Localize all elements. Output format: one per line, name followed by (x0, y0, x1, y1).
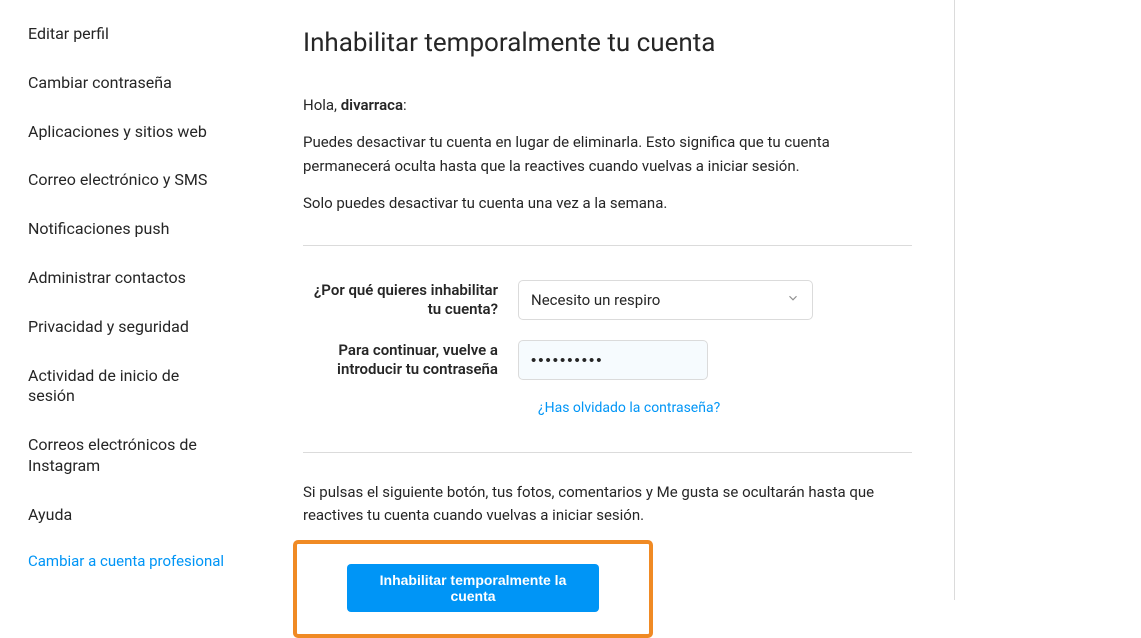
greeting-prefix: Hola, (303, 96, 341, 114)
description-1: Puedes desactivar tu cuenta en lugar de … (303, 131, 912, 178)
password-input[interactable] (518, 340, 708, 380)
disable-form: ¿Por qué quieres inhabilitar tu cuenta? … (303, 246, 912, 452)
sidebar-item-edit-profile[interactable]: Editar perfil (28, 10, 228, 59)
sidebar-item-login-activity[interactable]: Actividad de inicio de sesión (28, 352, 228, 422)
password-label: Para continuar, vuelve a introducir tu c… (303, 341, 518, 380)
greeting-suffix: : (403, 96, 407, 114)
main-content: Inhabilitar temporalmente tu cuenta Hola… (255, 0, 954, 600)
greeting-line: Hola, divarraca: (303, 94, 912, 117)
disable-button-highlight: Inhabilitar temporalmente la cuenta (293, 540, 653, 638)
sidebar-item-privacy-security[interactable]: Privacidad y seguridad (28, 303, 228, 352)
sidebar-item-change-password[interactable]: Cambiar contraseña (28, 59, 228, 108)
settings-sidebar: Editar perfil Cambiar contraseña Aplicac… (0, 0, 255, 600)
sidebar-item-email-sms[interactable]: Correo electrónico y SMS (28, 156, 228, 205)
sidebar-item-help[interactable]: Ayuda (28, 491, 228, 540)
final-warning-text: Si pulsas el siguiente botón, tus fotos,… (303, 453, 912, 528)
sidebar-item-instagram-emails[interactable]: Correos electrónicos de Instagram (28, 421, 228, 491)
username: divarraca (341, 96, 403, 114)
reason-label: ¿Por qué quieres inhabilitar tu cuenta? (303, 281, 518, 320)
sidebar-item-push-notifications[interactable]: Notificaciones push (28, 205, 228, 254)
reason-select-value: Necesito un respiro (531, 291, 660, 309)
chevron-down-icon (786, 291, 800, 309)
description-2: Solo puedes desactivar tu cuenta una vez… (303, 192, 912, 215)
disable-account-button[interactable]: Inhabilitar temporalmente la cuenta (347, 564, 599, 612)
page-title: Inhabilitar temporalmente tu cuenta (303, 28, 912, 58)
switch-professional-link[interactable]: Cambiar a cuenta profesional (28, 540, 255, 582)
reason-select[interactable]: Necesito un respiro (518, 280, 813, 320)
intro-block: Hola, divarraca: Puedes desactivar tu cu… (303, 94, 912, 215)
sidebar-item-apps-websites[interactable]: Aplicaciones y sitios web (28, 108, 228, 157)
sidebar-item-manage-contacts[interactable]: Administrar contactos (28, 254, 228, 303)
forgot-password-link[interactable]: ¿Has olvidado la contraseña? (538, 400, 720, 416)
